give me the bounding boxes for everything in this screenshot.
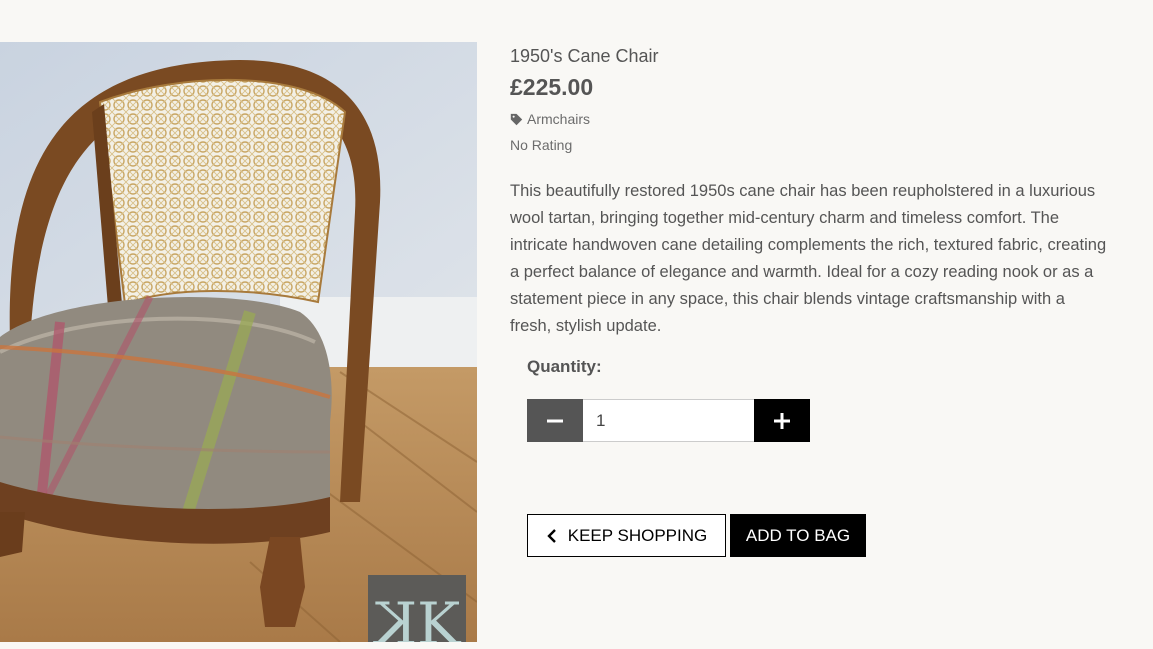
- keep-shopping-label: KEEP SHOPPING: [567, 525, 708, 545]
- plus-icon: [774, 412, 790, 429]
- brand-logo: KK: [368, 575, 466, 642]
- minus-icon: [547, 419, 563, 422]
- chair-photo: [0, 42, 477, 642]
- chevron-left-icon: [547, 528, 556, 543]
- product-image: KK: [0, 42, 477, 642]
- product-title: 1950's Cane Chair: [510, 46, 659, 66]
- product-category-label: Armchairs: [527, 111, 591, 127]
- decrement-quantity-button[interactable]: [527, 399, 583, 442]
- product-actions: KEEP SHOPPING ADD TO BAG: [527, 514, 866, 557]
- tag-icon: [510, 113, 523, 125]
- product-detail-page: KK 1950's Cane Chair £225.00 Armchairs N…: [0, 0, 1153, 649]
- quantity-stepper: [527, 399, 810, 442]
- product-category-link[interactable]: Armchairs: [510, 110, 1110, 128]
- quantity-label: Quantity:: [527, 357, 602, 376]
- product-description: This beautifully restored 1950s cane cha…: [510, 182, 1107, 335]
- keep-shopping-button[interactable]: KEEP SHOPPING: [527, 514, 726, 557]
- product-rating: No Rating: [510, 137, 573, 153]
- product-price: £225.00: [510, 74, 594, 100]
- quantity-input[interactable]: [583, 399, 754, 442]
- product-details: 1950's Cane Chair £225.00 Armchairs No R…: [510, 44, 1110, 340]
- increment-quantity-button[interactable]: [754, 399, 810, 442]
- add-to-bag-button[interactable]: ADD TO BAG: [730, 514, 866, 557]
